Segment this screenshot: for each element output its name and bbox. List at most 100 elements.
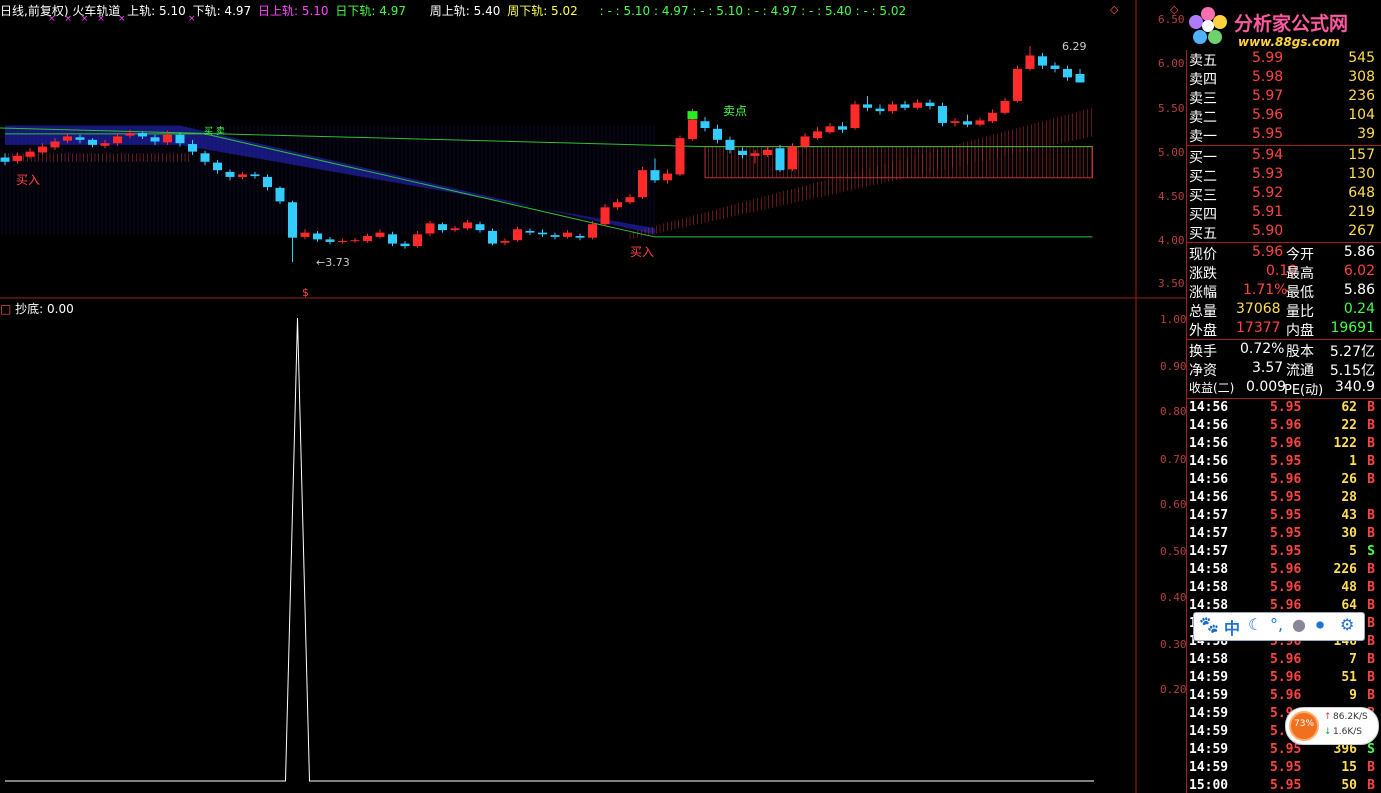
fund-row: 净资 3.57 流通 5.15亿 — [1186, 360, 1379, 379]
buy-vol: 648 — [1348, 185, 1375, 201]
tick-row: 14:59 5.95 15 B — [1186, 760, 1379, 778]
sell-row-4[interactable]: 卖四 5.98 308 — [1186, 69, 1379, 88]
fund-value: 340.9 — [1334, 379, 1375, 395]
buy-signal-2: 买入 — [630, 245, 655, 259]
download-speed: 1.6K/S — [1333, 727, 1362, 737]
quote-value: 1.71% — [1243, 282, 1288, 298]
candle-body — [375, 232, 385, 237]
tick-row: 14:56 5.95 62 B — [1186, 400, 1379, 418]
quote-value: 37068 — [1236, 301, 1281, 317]
tick-volume: 28 — [1341, 490, 1357, 505]
candle-body — [963, 121, 972, 125]
tick-volume: 48 — [1341, 580, 1357, 595]
tick-row: 15:00 5.95 50 B — [1186, 778, 1379, 793]
network-speed-widget[interactable]: 73% ↑ 86.2K/S ↓ 1.6K/S — [1285, 707, 1379, 745]
buy-row-4[interactable]: 买四 5.91 219 — [1186, 204, 1379, 223]
candle-body — [775, 148, 785, 171]
buy-row-2[interactable]: 买二 5.93 130 — [1186, 166, 1379, 185]
sell-price: 5.99 — [1252, 50, 1284, 66]
site-logo: 分析家公式网 www.88gs.com — [1186, 0, 1381, 50]
candle-body — [0, 157, 10, 162]
sell-vol: 104 — [1348, 107, 1375, 123]
buy-row-3[interactable]: 买三 5.92 648 — [1186, 185, 1379, 204]
tick-volume: 5 — [1349, 544, 1357, 559]
candle-body — [525, 230, 535, 233]
tick-time: 14:58 — [1189, 580, 1229, 595]
tick-volume: 1 — [1349, 454, 1357, 469]
tick-time: 14:56 — [1189, 400, 1229, 415]
tick-volume: 7 — [1349, 652, 1357, 667]
candle-body — [725, 139, 735, 150]
tick-time: 14:56 — [1189, 472, 1229, 487]
sub-tick: 0.40 — [1160, 591, 1187, 604]
fund-label: 净资 — [1189, 363, 1217, 379]
low-price-label: ←3.73 — [316, 256, 350, 269]
fund-label: 收益(二) — [1189, 381, 1235, 395]
corner-diamond-icon[interactable]: ◇ — [1110, 3, 1118, 16]
candle-body — [13, 155, 22, 161]
fund-value: 0.72% — [1240, 341, 1285, 357]
tick-price: 5.96 — [1270, 436, 1302, 451]
tick-time: 14:56 — [1189, 436, 1229, 451]
candle-body — [50, 141, 60, 148]
tick-side: B — [1367, 634, 1375, 649]
quote-label: 总量 — [1189, 304, 1217, 320]
quote-value: 19691 — [1330, 320, 1375, 336]
tick-volume: 64 — [1341, 598, 1357, 613]
price-tick: 4.00 — [1158, 234, 1185, 247]
user-icon[interactable]: ● — [1292, 615, 1306, 634]
sell-row-5[interactable]: 卖五 5.99 545 — [1186, 50, 1379, 69]
sell-vol: 545 — [1348, 50, 1375, 66]
quote-value: 5.86 — [1343, 244, 1375, 260]
punct-icon[interactable]: °, — [1270, 615, 1283, 634]
ime-toolbar[interactable]: 🐾 中 ☾ °, ● ⏺ ⚙ — [1193, 612, 1365, 641]
candle-body — [600, 207, 610, 225]
paw-icon[interactable]: 🐾 — [1199, 615, 1219, 634]
tick-row: 14:57 5.95 5 S — [1186, 544, 1379, 562]
buy-vol: 157 — [1348, 147, 1375, 163]
quote-value: 5.86 — [1343, 282, 1375, 298]
quote-value: 5.96 — [1252, 244, 1284, 260]
up-arrow-icon: ↑ — [1324, 712, 1332, 722]
tick-volume: 43 — [1341, 508, 1357, 523]
sub-tick: 1.00 — [1160, 313, 1187, 326]
sell-row-1[interactable]: 卖一 5.95 39 — [1186, 126, 1379, 145]
sell-row-3[interactable]: 卖三 5.97 236 — [1186, 88, 1379, 107]
candle-body — [863, 104, 872, 108]
fund-label: 流通 — [1286, 363, 1314, 379]
price-tick: 4.50 — [1158, 190, 1185, 203]
tick-row: 14:56 5.96 22 B — [1186, 418, 1379, 436]
tick-side: B — [1367, 454, 1375, 469]
candle-body — [425, 223, 435, 234]
sell-label: 卖一 — [1189, 129, 1217, 145]
buy-label: 买一 — [1189, 150, 1217, 166]
sell-label: 卖二 — [1189, 110, 1217, 126]
tick-row: 14:58 5.96 48 B — [1186, 580, 1379, 598]
header-seg-2: 上轨: 5.10 — [127, 4, 186, 18]
header-seg-6: 周上轨: 5.40 — [429, 4, 501, 18]
candle-body — [900, 104, 910, 108]
mic-icon[interactable]: ⏺ — [1316, 615, 1324, 635]
moon-icon[interactable]: ☾ — [1248, 615, 1262, 634]
candle-body — [463, 222, 472, 229]
sell-price: 5.98 — [1252, 69, 1284, 85]
x-mark-single-2: × — [188, 14, 196, 24]
tick-side: S — [1367, 742, 1375, 757]
sell-row-2[interactable]: 卖二 5.96 104 — [1186, 107, 1379, 126]
lower-rail — [5, 133, 1093, 238]
candle-body — [88, 139, 97, 145]
quote-label: 内盘 — [1286, 323, 1314, 339]
candle-body — [575, 236, 585, 238]
candle-body — [75, 137, 85, 140]
buy-row-5[interactable]: 买五 5.90 267 — [1186, 223, 1379, 242]
ime-lang[interactable]: 中 — [1224, 615, 1240, 639]
settings-gear-icon[interactable]: ⚙ — [1340, 615, 1354, 634]
header-seg-5: 日下轨: 4.97 — [335, 4, 406, 18]
chart-canvas[interactable] — [0, 0, 1186, 793]
high-price-label: 6.29 — [1062, 40, 1087, 53]
tick-volume: 226 — [1333, 562, 1357, 577]
buy-row-1[interactable]: 买一 5.94 157 — [1186, 147, 1379, 166]
header-extra: : - : 5.10 : 4.97 : - : 5.10 : - : 4.97 … — [599, 4, 907, 18]
sub-tick: 0.80 — [1160, 405, 1187, 418]
price-tick: 5.50 — [1158, 102, 1185, 115]
